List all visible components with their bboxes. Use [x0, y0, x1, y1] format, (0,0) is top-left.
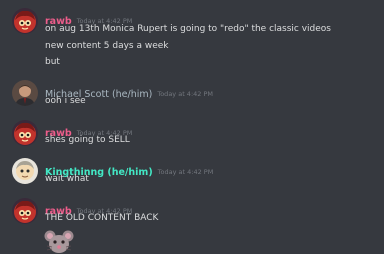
message-text: shes going to SELL: [45, 135, 130, 145]
timestamp: Today at 4:42 PM: [157, 168, 214, 176]
avatar[interactable]: [12, 8, 38, 34]
avatar[interactable]: [12, 80, 38, 106]
message-text: wait what: [45, 174, 89, 184]
message-text: but: [45, 57, 60, 67]
message-text: THE OLD CONTENT BACK: [45, 213, 159, 223]
mouse-face-emoji[interactable]: [44, 228, 74, 254]
message-text: on aug 13th Monica Rupert is going to "r…: [45, 24, 332, 34]
avatar[interactable]: [12, 198, 38, 224]
avatar[interactable]: [12, 120, 38, 146]
avatar[interactable]: [12, 158, 38, 184]
message-text: ooh i see: [45, 96, 86, 106]
timestamp: Today at 4:42 PM: [157, 90, 213, 98]
message-text: new content 5 days a week: [45, 41, 169, 51]
